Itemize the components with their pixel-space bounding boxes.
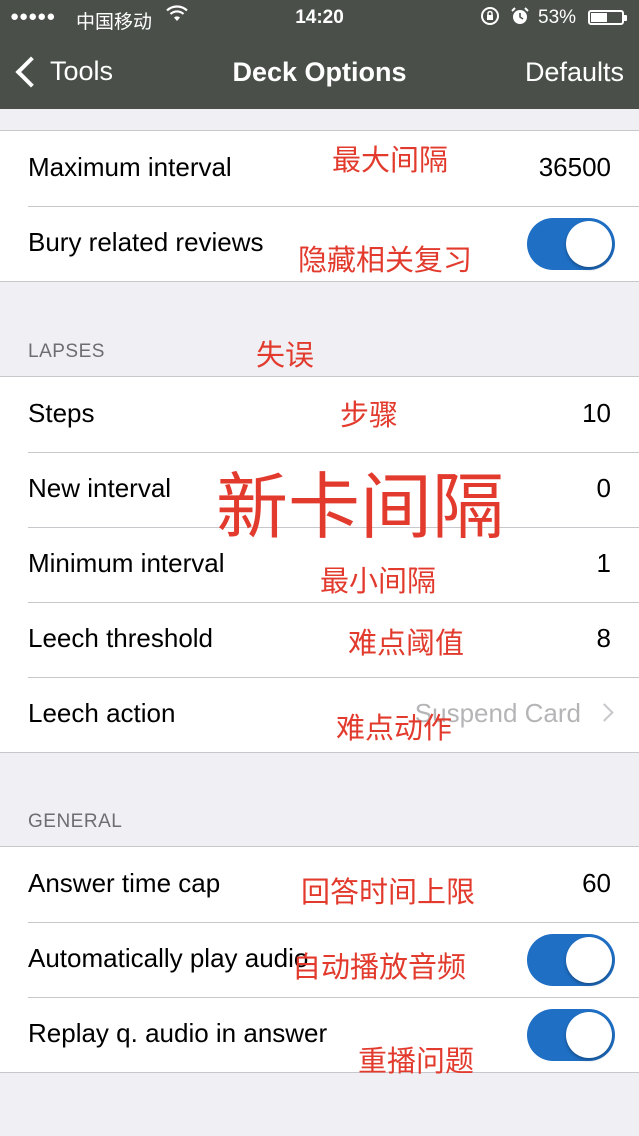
row-value: Suspend Card xyxy=(414,698,581,728)
row-answer-time-cap[interactable]: Answer time cap 60 xyxy=(0,847,639,922)
chevron-right-icon xyxy=(595,703,614,722)
row-label: Leech threshold xyxy=(28,623,214,653)
row-replay-question-audio: Replay q. audio in answer xyxy=(0,997,639,1072)
alarm-icon xyxy=(510,6,530,31)
replay-question-audio-toggle[interactable] xyxy=(527,1009,615,1061)
row-value: 0 xyxy=(596,473,611,503)
status-bar: ●●●●● 中国移动 14:20 53% xyxy=(0,0,639,36)
row-label: Leech action xyxy=(28,698,176,728)
row-label: Bury related reviews xyxy=(28,227,264,257)
row-leech-threshold[interactable]: Leech threshold 8 xyxy=(0,602,639,677)
row-new-interval[interactable]: New interval 0 xyxy=(0,452,639,527)
general-group: Answer time cap 60 Automatically play au… xyxy=(0,846,639,1073)
row-value: 8 xyxy=(596,623,611,653)
toggle-knob xyxy=(566,221,612,267)
section-header-lapses: LAPSES xyxy=(28,341,105,362)
defaults-button[interactable]: Defaults xyxy=(525,57,624,88)
lapses-group: Steps 10 New interval 0 Minimum interval… xyxy=(0,376,639,753)
row-automatically-play-audio: Automatically play audio xyxy=(0,922,639,997)
row-label: Steps xyxy=(28,398,95,428)
top-bar: ●●●●● 中国移动 14:20 53% Tools Deck Options … xyxy=(0,0,639,109)
navigation-bar: Tools Deck Options Defaults xyxy=(0,36,639,109)
row-maximum-interval[interactable]: Maximum interval 36500 xyxy=(0,131,639,206)
row-label: New interval xyxy=(28,473,172,503)
row-label: Automatically play audio xyxy=(28,943,309,973)
annotation-lapses: 失误 xyxy=(256,340,315,372)
row-minimum-interval[interactable]: Minimum interval 1 xyxy=(0,527,639,602)
battery-icon xyxy=(588,10,627,25)
row-label: Minimum interval xyxy=(28,548,225,578)
toggle-knob xyxy=(566,1012,612,1058)
row-value: 10 xyxy=(582,398,611,428)
row-value: 36500 xyxy=(538,152,611,182)
row-value: 60 xyxy=(582,868,611,898)
row-value: 1 xyxy=(596,548,611,578)
row-label: Replay q. audio in answer xyxy=(28,1018,328,1048)
automatically-play-audio-toggle[interactable] xyxy=(527,934,615,986)
rotation-lock-icon xyxy=(480,6,500,31)
row-bury-related-reviews: Bury related reviews xyxy=(0,206,639,281)
row-steps[interactable]: Steps 10 xyxy=(0,377,639,452)
row-label: Maximum interval xyxy=(28,152,232,182)
bury-related-reviews-toggle[interactable] xyxy=(527,218,615,270)
row-label: Answer time cap xyxy=(28,868,221,898)
interval-group: Maximum interval 36500 Bury related revi… xyxy=(0,130,639,282)
toggle-knob xyxy=(566,937,612,983)
battery-percent: 53% xyxy=(538,7,577,28)
section-header-general: GENERAL xyxy=(28,811,123,832)
row-leech-action[interactable]: Leech action Suspend Card xyxy=(0,677,639,752)
